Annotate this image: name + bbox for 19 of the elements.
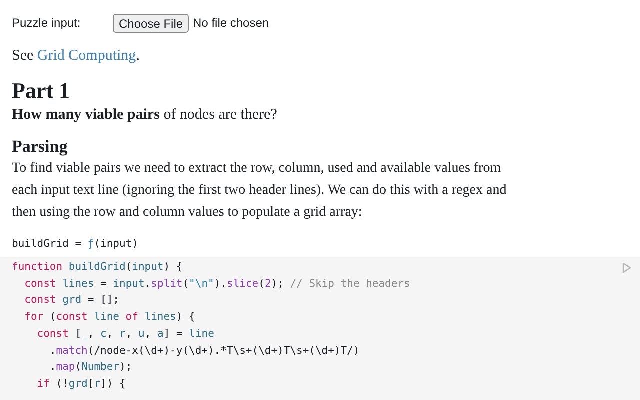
code-line: const grd = [];: [24, 293, 120, 308]
code-line: function buildGrid(input) {: [12, 260, 183, 275]
grid-computing-link[interactable]: Grid Computing: [37, 48, 136, 64]
choose-file-button[interactable]: Choose File: [113, 14, 190, 32]
cell-name: buildGrid = ƒ(input): [11, 237, 140, 252]
code-line: const [_, c, r, u, a] = line: [36, 326, 214, 342]
question-text: How many viable pairs of nodes are there?: [11, 106, 278, 124]
run-icon[interactable]: [622, 262, 632, 274]
file-status: No file chosen: [193, 15, 270, 32]
code-line: .map(Number);: [48, 360, 132, 376]
code-line: .match(/node-x(\d+)-y(\d+).*T\s+(\d+)T\s+(\d+)T/): [48, 344, 360, 359]
section-heading: Parsing: [11, 136, 69, 158]
code-line: if (!grd[r]) {: [36, 376, 126, 392]
paragraph: To find viable pairs we need to extract the row, column, used and available values from each input text line (ignoring the first two header lines). We can do this with a regex and then using the row and column values to populate a grid array:: [11, 160, 508, 222]
see-link-text: See Grid Computing.: [11, 47, 141, 66]
input-label: Puzzle input:: [12, 15, 82, 32]
part-heading: Part 1: [11, 78, 72, 104]
code-line: const lines = input.split("\n").slice(2); // Skip the headers: [24, 276, 410, 292]
code-line: for (const line of lines) {: [24, 310, 196, 326]
